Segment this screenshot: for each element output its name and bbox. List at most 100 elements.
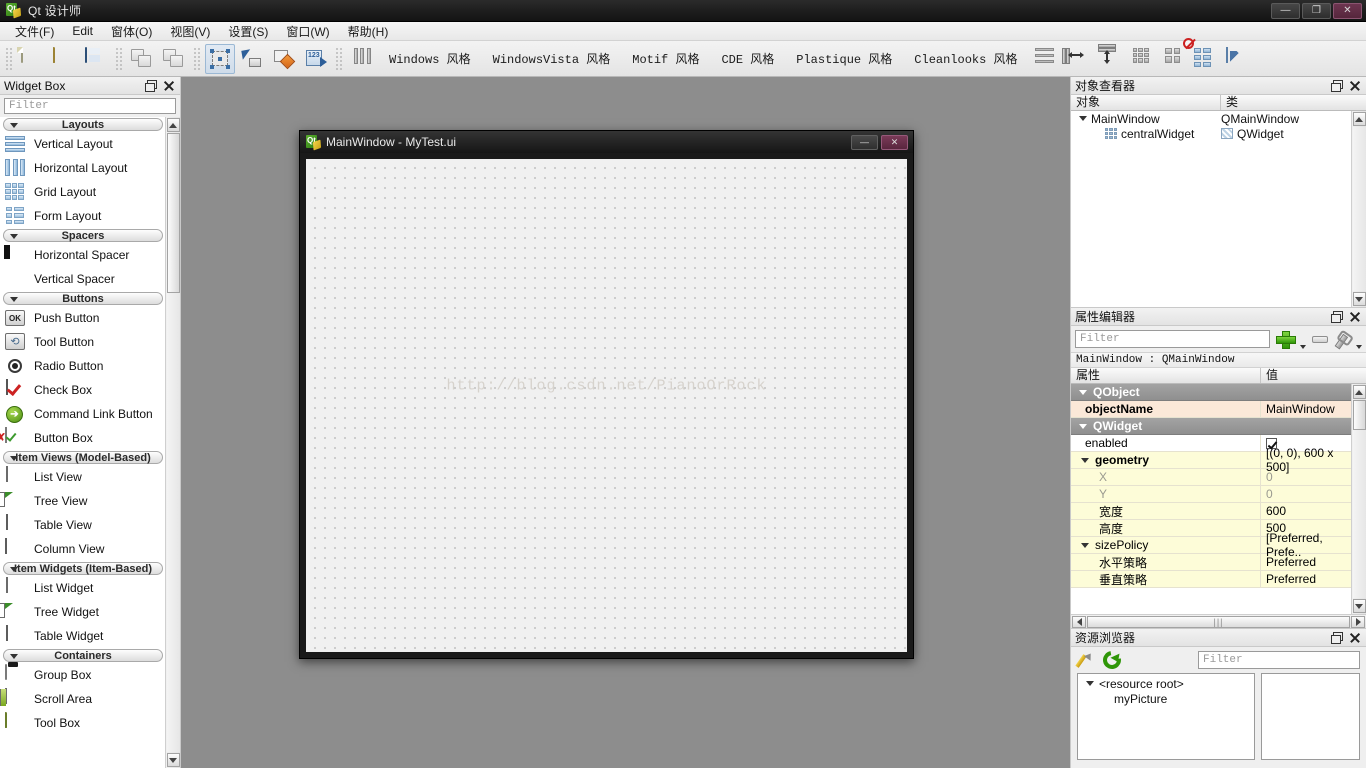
- object-inspector-scrollbar[interactable]: [1351, 111, 1366, 307]
- new-form-button[interactable]: [17, 44, 47, 74]
- category-spacers[interactable]: Spacers: [3, 229, 163, 242]
- resource-tree[interactable]: <resource root> myPicture: [1077, 673, 1255, 760]
- form-window[interactable]: MainWindow - MyTest.ui — ✕ http://blog.c…: [299, 130, 914, 659]
- property-value[interactable]: 600: [1266, 504, 1286, 518]
- scrollbar-track[interactable]: [166, 293, 180, 752]
- property-editor-hscrollbar[interactable]: |||: [1071, 614, 1366, 628]
- property-value[interactable]: 0: [1266, 487, 1273, 501]
- property-row-geometry[interactable]: geometry [(0, 0), 600 x 500]: [1071, 446, 1351, 474]
- style-cleanlooks[interactable]: Cleanlooks 风格: [903, 45, 1028, 73]
- widget-item-scroll-area[interactable]: Scroll Area: [0, 687, 165, 711]
- column-header-value[interactable]: 值: [1261, 368, 1366, 383]
- menu-form[interactable]: 窗体(O): [102, 21, 161, 42]
- float-icon[interactable]: [1331, 311, 1343, 323]
- close-icon[interactable]: [1349, 80, 1360, 91]
- widget-item-horizontal-spacer[interactable]: Horizontal Spacer: [0, 243, 165, 267]
- edit-signals-slots-button[interactable]: [237, 44, 267, 74]
- property-row-sizepolicy[interactable]: sizePolicy [Preferred, Prefe..: [1071, 531, 1351, 559]
- chevron-down-icon-2[interactable]: [1356, 345, 1362, 349]
- toolbar-grip-2[interactable]: [115, 46, 123, 71]
- layout-grid-button[interactable]: [1126, 44, 1156, 74]
- close-icon[interactable]: [163, 80, 174, 91]
- toolbar-grip-3[interactable]: [193, 46, 201, 71]
- property-value[interactable]: MainWindow: [1266, 402, 1335, 416]
- float-icon[interactable]: [1331, 632, 1343, 644]
- chevron-down-icon[interactable]: [1300, 345, 1306, 349]
- property-row-x[interactable]: X 0: [1071, 469, 1351, 486]
- toolbar-grip-4[interactable]: [335, 46, 343, 71]
- scroll-down-button[interactable]: [166, 753, 180, 767]
- scroll-down-button[interactable]: [1352, 599, 1366, 613]
- property-row-horizontal-policy[interactable]: 水平策略 Preferred: [1071, 554, 1351, 571]
- property-row-qobject[interactable]: QObject: [1071, 384, 1351, 401]
- form-window-titlebar[interactable]: MainWindow - MyTest.ui — ✕: [300, 131, 913, 153]
- edit-buddies-button[interactable]: [269, 44, 299, 74]
- widget-item-group-box[interactable]: Group Box: [0, 663, 165, 687]
- close-icon[interactable]: [1349, 632, 1360, 643]
- property-value[interactable]: 0: [1266, 470, 1273, 484]
- property-value[interactable]: Preferred: [1266, 555, 1316, 569]
- category-buttons[interactable]: Buttons: [3, 292, 163, 305]
- widget-item-command-link-button[interactable]: ➔ Command Link Button: [0, 402, 165, 426]
- mdi-workspace[interactable]: MainWindow - MyTest.ui — ✕ http://blog.c…: [181, 77, 1070, 768]
- widget-item-push-button[interactable]: OK Push Button: [0, 306, 165, 330]
- refresh-icon[interactable]: [1099, 647, 1125, 673]
- expand-triangle-icon[interactable]: [1086, 681, 1094, 686]
- style-plastique[interactable]: Plastique 风格: [785, 45, 903, 73]
- category-item-views[interactable]: Item Views (Model-Based): [3, 451, 163, 464]
- property-row-y[interactable]: Y 0: [1071, 486, 1351, 503]
- scroll-up-button[interactable]: [166, 118, 180, 132]
- break-layout-button[interactable]: [1182, 37, 1220, 74]
- widget-item-horizontal-layout[interactable]: Horizontal Layout: [0, 156, 165, 180]
- menu-window[interactable]: 窗口(W): [277, 21, 338, 42]
- widget-item-button-box[interactable]: Button Box: [0, 426, 165, 450]
- enabled-checkbox[interactable]: [1266, 437, 1277, 449]
- scrollbar-track[interactable]: [1352, 430, 1366, 598]
- redo-button[interactable]: [159, 44, 189, 74]
- scroll-left-button[interactable]: [1072, 615, 1086, 628]
- column-header-object[interactable]: 对象: [1071, 95, 1221, 110]
- resource-filter-input[interactable]: Filter: [1198, 651, 1360, 669]
- tree-row[interactable]: centralWidget QWidget: [1071, 126, 1351, 141]
- tree-row[interactable]: MainWindow QMainWindow: [1071, 111, 1351, 126]
- expand-triangle-icon[interactable]: [1079, 116, 1087, 121]
- add-property-icon[interactable]: [1276, 331, 1296, 349]
- style-preview-button[interactable]: [347, 44, 377, 74]
- scroll-down-button[interactable]: [1352, 292, 1366, 306]
- configure-wrench-icon[interactable]: [1331, 328, 1353, 350]
- central-widget-canvas[interactable]: http://blog.csdn.net/PianoOrRock: [306, 159, 907, 652]
- resource-root-row[interactable]: <resource root>: [1078, 676, 1254, 691]
- style-windowsvista[interactable]: WindowsVista 风格: [482, 45, 622, 73]
- widget-item-tool-button[interactable]: ⟲ Tool Button: [0, 330, 165, 354]
- style-windows[interactable]: Windows 风格: [378, 45, 482, 73]
- menu-settings[interactable]: 设置(S): [219, 21, 277, 42]
- hscrollbar-thumb[interactable]: |||: [1087, 615, 1350, 628]
- widget-item-table-view[interactable]: Table View: [0, 513, 165, 537]
- scroll-up-button[interactable]: [1352, 112, 1366, 126]
- widget-box-filter-input[interactable]: Filter: [4, 98, 176, 114]
- layout-vertical-splitter-button[interactable]: [1094, 43, 1124, 74]
- minimize-button[interactable]: —: [1271, 2, 1300, 19]
- widget-item-grid-layout[interactable]: Grid Layout: [0, 180, 165, 204]
- column-header-property[interactable]: 属性: [1071, 368, 1261, 383]
- widget-item-tree-widget[interactable]: Tree Widget: [0, 600, 165, 624]
- widget-item-list-view[interactable]: List View: [0, 465, 165, 489]
- adjust-size-button[interactable]: [1222, 44, 1252, 74]
- undo-button[interactable]: [127, 44, 157, 74]
- category-layouts[interactable]: Layouts: [3, 118, 163, 131]
- float-icon[interactable]: [1331, 80, 1343, 92]
- save-form-button[interactable]: [81, 44, 111, 74]
- layout-form-button[interactable]: [1158, 44, 1188, 74]
- property-row-width[interactable]: 宽度 600: [1071, 503, 1351, 520]
- edit-tab-order-button[interactable]: [301, 44, 331, 74]
- scrollbar-thumb[interactable]: [1352, 400, 1366, 430]
- column-header-class[interactable]: 类: [1221, 95, 1366, 110]
- widget-item-vertical-layout[interactable]: Vertical Layout: [0, 132, 165, 156]
- restore-button[interactable]: ❐: [1302, 2, 1331, 19]
- menu-edit[interactable]: Edit: [63, 22, 102, 40]
- menu-help[interactable]: 帮助(H): [339, 21, 398, 42]
- float-icon[interactable]: [145, 80, 157, 92]
- close-button[interactable]: ✕: [1333, 2, 1362, 19]
- widget-item-form-layout[interactable]: Form Layout: [0, 204, 165, 228]
- property-row-qwidget[interactable]: QWidget: [1071, 418, 1351, 435]
